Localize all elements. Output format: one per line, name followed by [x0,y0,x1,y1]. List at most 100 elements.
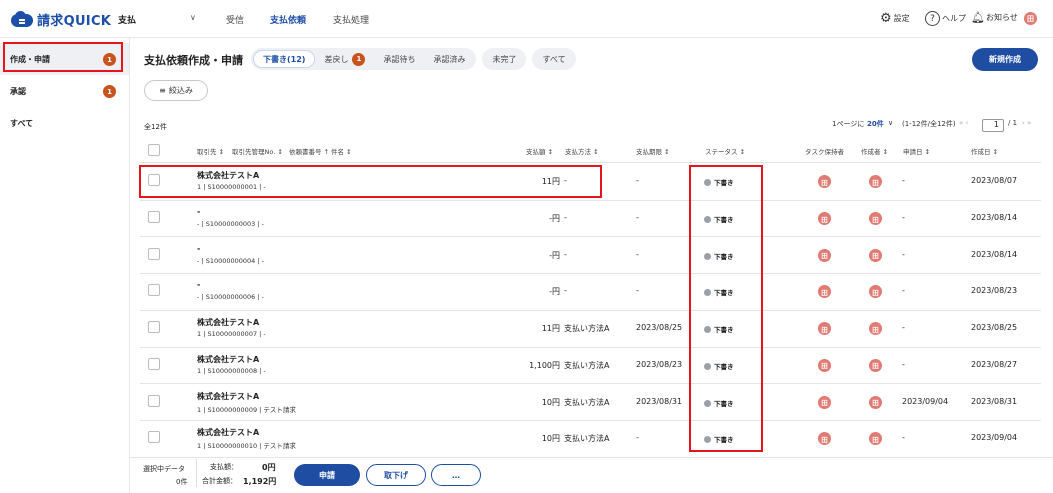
col-created[interactable]: 作成日 ↕ [971,146,998,156]
nav-payment-request[interactable]: 支払依頼 [270,13,306,26]
row-checkbox[interactable] [148,211,160,224]
created-date-cell: 2023/08/25 [971,323,1018,333]
created-date-cell: 2023/08/27 [971,359,1018,369]
keeper-avatar: 田 [818,248,831,262]
due-cell: - [636,433,639,443]
applied-date-cell: - [902,323,905,333]
col-doc-no[interactable]: 依頼書番号 ↑ [289,146,329,156]
creator-avatar: 田 [869,432,882,446]
creator-avatar: 田 [869,285,882,299]
row-divider [140,309,1041,311]
sum-value: 1,192円 [243,477,277,486]
sum-label: 合計金額： [202,477,237,485]
amount-cell: 10円 [541,397,560,407]
brand-name: 請求QUICK [37,14,112,29]
applied-date-cell: 2023/09/04 [902,396,949,406]
company-name[interactable]: 株式会社テストA [197,427,259,438]
creator-avatar: 田 [869,358,882,372]
col-method[interactable]: 支払方法 ↕ [565,146,599,156]
row-checkbox[interactable] [148,321,160,334]
settings-link[interactable]: ⚙ 設定 [880,11,910,26]
filter-button[interactable]: ≡ 絞込み [144,80,208,101]
row-divider [140,273,1041,275]
due-cell: 2023/08/25 [636,323,683,333]
row-checkbox[interactable] [148,357,160,370]
withdraw-button[interactable]: 取下げ [366,464,426,486]
col-amount[interactable]: 支払額 ↕ [526,146,553,156]
row-meta: 1 | S10000000007 | - [197,330,266,339]
per-page-label: 1ページに [832,120,865,128]
highlight-row [139,165,602,198]
col-payee[interactable]: 取引先 ↕ [197,146,224,156]
method-cell: 支払い方法A [564,360,610,370]
tab-returned[interactable]: 差戻し 1 [315,50,374,68]
nav-payment-process[interactable]: 支払処理 [333,13,369,26]
keeper-avatar: 田 [818,358,831,372]
select-all-checkbox[interactable] [148,144,160,156]
nav-receive[interactable]: 受信 [226,13,244,26]
creator-avatar: 田 [869,175,882,189]
company-name[interactable]: 株式会社テストA [197,317,259,328]
applied-date-cell: - [902,359,905,369]
brand-logo[interactable]: 請求QUICK [11,10,111,29]
tab-draft[interactable]: 下書き(12) [253,50,316,68]
prev-page-icons[interactable]: « ‹ [959,119,968,127]
sidebar: 作成・申請 1 承認 1 すべて [0,38,130,493]
per-page-select[interactable]: 20件 [867,119,884,129]
col-keeper: タスク保持者 [805,148,844,156]
due-cell: - [636,249,639,259]
help-icon: ? [925,11,940,26]
tab-all[interactable]: すべて [532,48,576,70]
page-title: 支払依頼作成・申請 [144,54,243,67]
col-creator[interactable]: 作成者 ↕ [861,146,888,156]
row-meta: - | S10000000006 | - [197,293,264,302]
col-subject[interactable]: 件名 ↕ [331,146,352,156]
col-status[interactable]: ステータス ↕ [705,146,745,156]
chevron-down-icon[interactable]: ∨ [888,119,893,127]
due-cell: - [636,213,639,223]
creator-avatar: 田 [869,248,882,262]
row-divider [140,346,1041,348]
row-checkbox[interactable] [148,394,160,407]
keeper-avatar: 田 [818,285,831,299]
company-name[interactable]: - [197,280,200,289]
col-mgmt-no[interactable]: 取引先管理No. ↕ [232,146,283,156]
col-due[interactable]: 支払期限 ↕ [636,146,670,156]
notice-link[interactable]: 🔔︎ お知らせ [971,11,1018,24]
new-create-button[interactable]: 新規作成 [972,48,1038,71]
amount-cell: 1,100円 [529,360,560,370]
tab-pending[interactable]: 承認待ち [374,50,424,68]
selected-count: 0件 [176,478,188,486]
sidebar-item-approve[interactable]: 承認 1 [0,75,129,107]
amount-cell: -円 [549,287,560,297]
row-checkbox[interactable] [148,431,160,444]
created-date-cell: 2023/08/14 [971,249,1018,259]
due-cell: 2023/08/31 [636,396,683,406]
user-avatar[interactable]: 田 [1024,12,1037,25]
company-name[interactable]: - [197,207,200,216]
cloud-doc-icon [11,11,33,28]
row-checkbox[interactable] [148,284,160,297]
sidebar-item-all[interactable]: すべて [0,107,129,139]
help-link[interactable]: ? ヘルプ [925,11,966,26]
due-cell: 2023/08/23 [636,359,683,369]
company-name[interactable]: 株式会社テストA [197,391,259,402]
company-name[interactable]: - [197,244,200,253]
col-applied[interactable]: 申請日 ↕ [903,146,930,156]
company-name[interactable]: 株式会社テストA [197,354,259,365]
row-checkbox[interactable] [148,247,160,260]
more-button[interactable]: … [431,464,481,486]
created-date-cell: 2023/09/04 [971,433,1018,443]
service-name[interactable]: 支払 [118,13,136,26]
apply-button[interactable]: 申請 [294,464,360,486]
page-number-input[interactable]: 1 [982,119,1004,132]
applied-date-cell: - [902,286,905,296]
method-cell: 支払い方法A [564,324,610,334]
chevron-down-icon[interactable]: ∨ [190,13,196,22]
next-page-icons[interactable]: › » [1022,119,1031,127]
row-divider [140,419,1041,421]
pay-value: 0円 [262,463,276,472]
tab-incomplete[interactable]: 未完了 [482,48,527,70]
method-cell: 支払い方法A [564,434,610,444]
tab-approved[interactable]: 承認済み [424,50,474,68]
